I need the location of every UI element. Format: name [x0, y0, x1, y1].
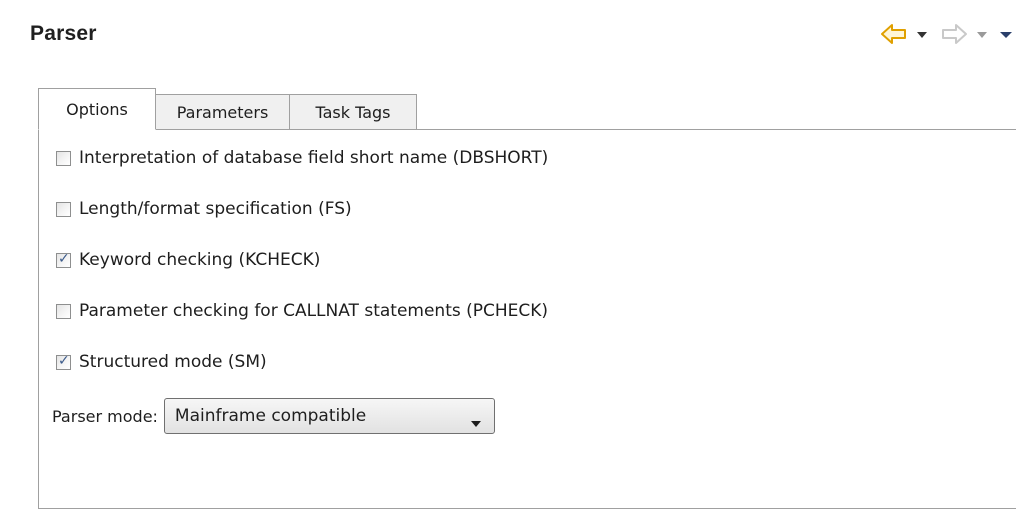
fs-checkbox[interactable]	[56, 201, 71, 217]
forward-arrow-icon[interactable]	[940, 22, 968, 46]
parser-mode-label: Parser mode:	[52, 406, 158, 426]
dbshort-checkbox[interactable]	[56, 150, 71, 166]
option-sm[interactable]: Structured mode (SM)	[56, 349, 267, 375]
parser-mode-row: Parser mode: Mainframe compatible	[52, 396, 495, 436]
option-pcheck[interactable]: Parameter checking for CALLNAT statement…	[56, 298, 548, 324]
tab-parameters[interactable]: Parameters	[155, 94, 290, 130]
parser-mode-select[interactable]: Mainframe compatible	[163, 398, 495, 434]
navigation-toolbar	[816, 22, 1016, 48]
option-kcheck[interactable]: Keyword checking (KCHECK)	[56, 247, 320, 273]
page-title: Parser	[30, 22, 97, 45]
dbshort-label: Interpretation of database field short n…	[79, 148, 549, 168]
option-fs[interactable]: Length/format specification (FS)	[56, 196, 352, 222]
option-dbshort[interactable]: Interpretation of database field short n…	[56, 145, 548, 171]
kcheck-checkbox[interactable]	[56, 251, 71, 268]
view-menu-chevron-icon[interactable]	[999, 31, 1013, 39]
kcheck-label: Keyword checking (KCHECK)	[79, 250, 321, 270]
sm-checkbox[interactable]	[56, 353, 71, 370]
back-arrow-icon[interactable]	[880, 22, 908, 46]
tab-task-tags[interactable]: Task Tags	[289, 94, 417, 130]
pcheck-label: Parameter checking for CALLNAT statement…	[79, 301, 549, 321]
tab-options[interactable]: Options	[38, 88, 156, 130]
sm-label: Structured mode (SM)	[79, 352, 267, 372]
pcheck-checkbox[interactable]	[56, 303, 71, 319]
fs-label: Length/format specification (FS)	[79, 199, 352, 219]
title-bar: Parser	[0, 0, 1016, 70]
forward-history-dropdown-icon[interactable]	[976, 31, 988, 39]
back-history-dropdown-icon[interactable]	[916, 31, 928, 39]
dropdown-caret-icon	[470, 413, 482, 433]
parser-mode-value: Mainframe compatible	[174, 406, 367, 426]
